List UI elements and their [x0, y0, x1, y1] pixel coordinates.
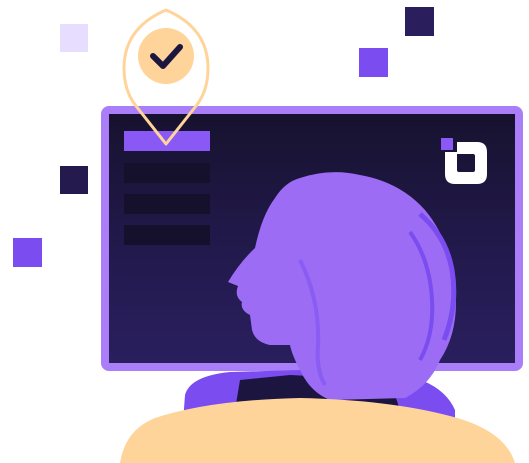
check-pin-marker: [122, 8, 210, 146]
illustration: [0, 0, 529, 463]
person-silhouette: [120, 172, 515, 463]
check-icon-circle: [138, 28, 194, 84]
